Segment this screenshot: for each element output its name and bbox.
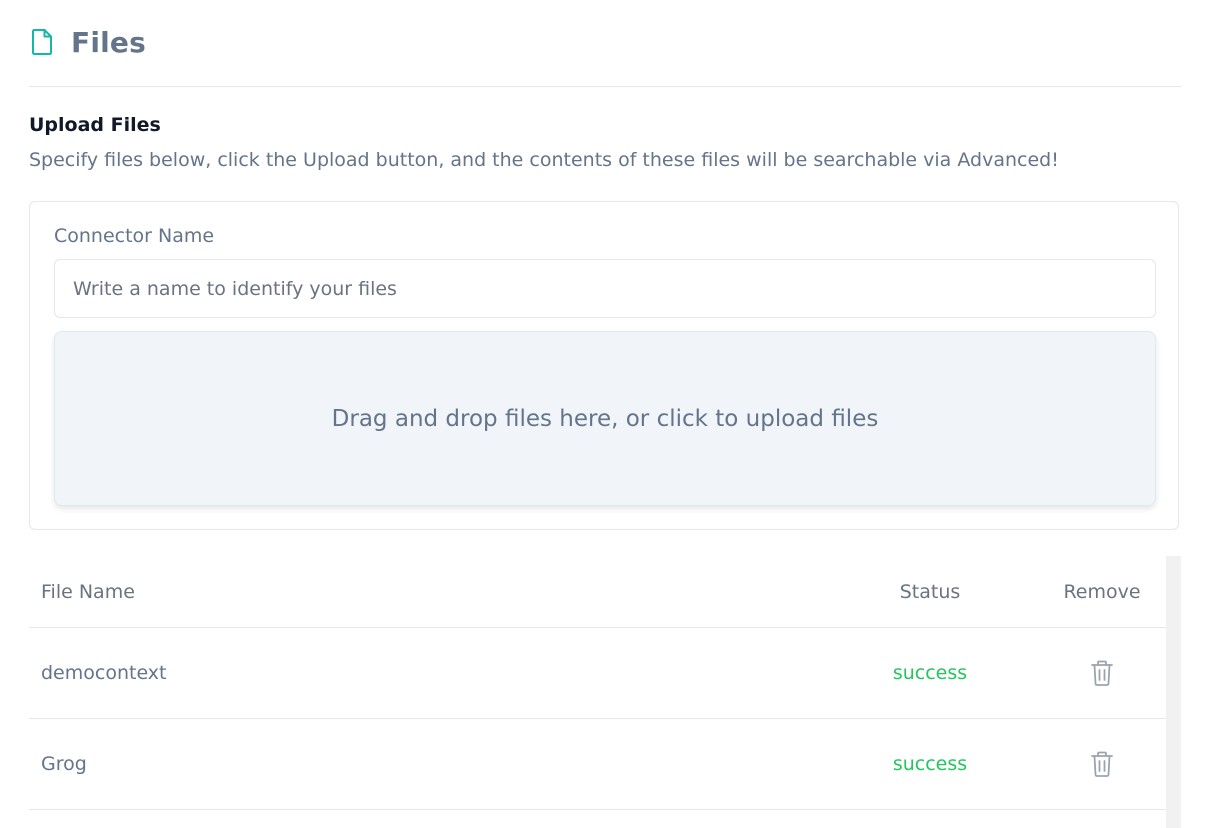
column-header-remove: Remove	[1063, 580, 1141, 603]
upload-section-description: Specify files below, click the Upload bu…	[29, 149, 1059, 171]
trash-icon[interactable]	[1088, 659, 1116, 687]
file-dropzone[interactable]: Drag and drop files here, or click to up…	[54, 331, 1156, 506]
header-divider	[29, 86, 1181, 87]
file-icon	[29, 26, 55, 58]
table-header-row: File Name Status Remove	[29, 556, 1166, 628]
status-cell: success	[892, 753, 968, 775]
column-header-file-name: File Name	[41, 580, 135, 603]
table-row: democontext success	[29, 628, 1166, 719]
remove-cell	[1049, 628, 1155, 718]
table-row: Grog success	[29, 719, 1166, 810]
upload-section-title: Upload Files	[29, 114, 161, 136]
dropzone-text: Drag and drop files here, or click to up…	[331, 405, 879, 432]
page-title: Files	[71, 25, 146, 59]
trash-icon[interactable]	[1088, 750, 1116, 778]
upload-card: Connector Name Drag and drop files here,…	[29, 201, 1179, 530]
connector-name-input[interactable]	[54, 259, 1156, 318]
file-name-cell: Grog	[41, 753, 87, 775]
files-page: Files Upload Files Specify files below, …	[0, 0, 1213, 828]
table-scrollbar[interactable]	[1166, 556, 1181, 828]
connector-name-label: Connector Name	[54, 225, 215, 247]
remove-cell	[1049, 719, 1155, 809]
file-name-cell: democontext	[41, 662, 167, 684]
status-cell: success	[892, 662, 968, 684]
files-table: File Name Status Remove democontext succ…	[29, 556, 1181, 828]
page-header: Files	[29, 22, 146, 62]
column-header-status: Status	[899, 580, 961, 603]
